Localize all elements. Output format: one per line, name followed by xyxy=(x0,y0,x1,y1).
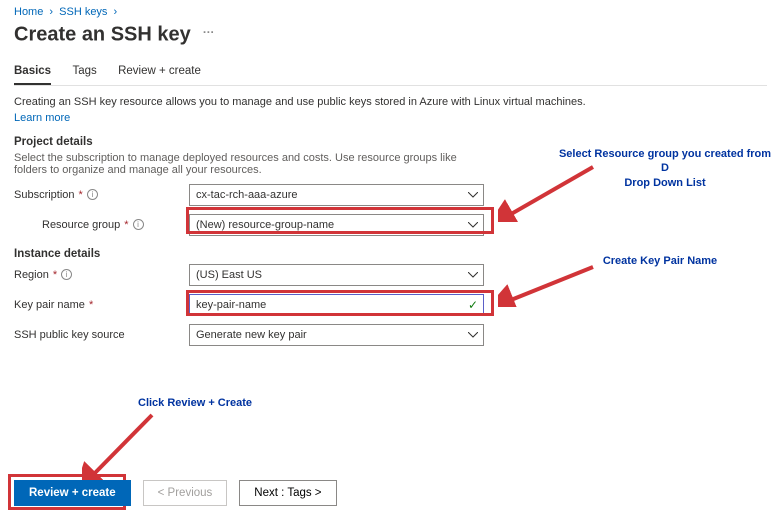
chevron-right-icon: › xyxy=(114,6,118,18)
keypair-name-input[interactable]: key-pair-name xyxy=(189,294,484,316)
resource-group-value: (New) resource-group-name xyxy=(196,219,334,231)
region-label-text: Region xyxy=(14,269,49,281)
intro-text: Creating an SSH key resource allows you … xyxy=(14,96,767,108)
annotation-resource-group-line2: Drop Down List xyxy=(555,176,775,190)
chevron-right-icon: › xyxy=(49,6,53,18)
keypair-name-label-text: Key pair name xyxy=(14,299,85,311)
subscription-value: cx-tac-rch-aaa-azure xyxy=(196,189,297,201)
resource-group-label-text: Resource group xyxy=(42,219,120,231)
ssh-source-select[interactable]: Generate new key pair xyxy=(189,324,484,346)
resource-group-label: Resource group * i xyxy=(14,219,189,231)
region-label: Region * i xyxy=(14,269,189,281)
breadcrumb-home[interactable]: Home xyxy=(14,6,43,18)
breadcrumb-sshkeys[interactable]: SSH keys xyxy=(59,6,107,18)
resource-group-select[interactable]: (New) resource-group-name xyxy=(189,214,484,236)
ssh-source-value: Generate new key pair xyxy=(196,329,307,341)
region-value: (US) East US xyxy=(196,269,262,281)
info-icon[interactable]: i xyxy=(61,269,72,280)
keypair-name-value: key-pair-name xyxy=(196,299,266,311)
learn-more-link[interactable]: Learn more xyxy=(14,112,70,124)
project-details-sub: Select the subscription to manage deploy… xyxy=(14,152,484,176)
required-indicator: * xyxy=(53,269,57,281)
annotation-resource-group-line1: Select Resource group you created from D xyxy=(555,147,775,176)
footer-bar: Review + create < Previous Next : Tags > xyxy=(0,472,781,516)
next-button[interactable]: Next : Tags > xyxy=(239,480,336,506)
subscription-select[interactable]: cx-tac-rch-aaa-azure xyxy=(189,184,484,206)
info-icon[interactable]: i xyxy=(133,219,144,230)
info-icon[interactable]: i xyxy=(87,189,98,200)
tab-tags[interactable]: Tags xyxy=(72,59,96,83)
tab-basics[interactable]: Basics xyxy=(14,59,51,85)
region-select[interactable]: (US) East US xyxy=(189,264,484,286)
subscription-label: Subscription * i xyxy=(14,189,189,201)
ssh-source-label-text: SSH public key source xyxy=(14,329,125,341)
subscription-label-text: Subscription xyxy=(14,189,75,201)
page-title-text: Create an SSH key xyxy=(14,24,191,46)
tab-bar: Basics Tags Review + create xyxy=(14,59,767,86)
ssh-source-label: SSH public key source xyxy=(14,329,189,341)
previous-button[interactable]: < Previous xyxy=(143,480,228,506)
project-details-heading: Project details xyxy=(14,136,767,148)
annotation-review-create: Click Review + Create xyxy=(138,396,298,410)
annotation-resource-group: Select Resource group you created from D… xyxy=(555,147,775,190)
breadcrumb: Home › SSH keys › xyxy=(14,6,767,18)
keypair-name-label: Key pair name * xyxy=(14,299,189,311)
required-indicator: * xyxy=(79,189,83,201)
review-create-button[interactable]: Review + create xyxy=(14,480,131,506)
check-icon: ✓ xyxy=(468,298,478,312)
ellipsis-icon[interactable]: … xyxy=(202,22,214,36)
annotation-keypair: Create Key Pair Name xyxy=(570,254,750,268)
page-title: Create an SSH key … xyxy=(14,22,767,47)
tab-review-create[interactable]: Review + create xyxy=(118,59,201,83)
required-indicator: * xyxy=(89,299,93,311)
required-indicator: * xyxy=(124,219,128,231)
